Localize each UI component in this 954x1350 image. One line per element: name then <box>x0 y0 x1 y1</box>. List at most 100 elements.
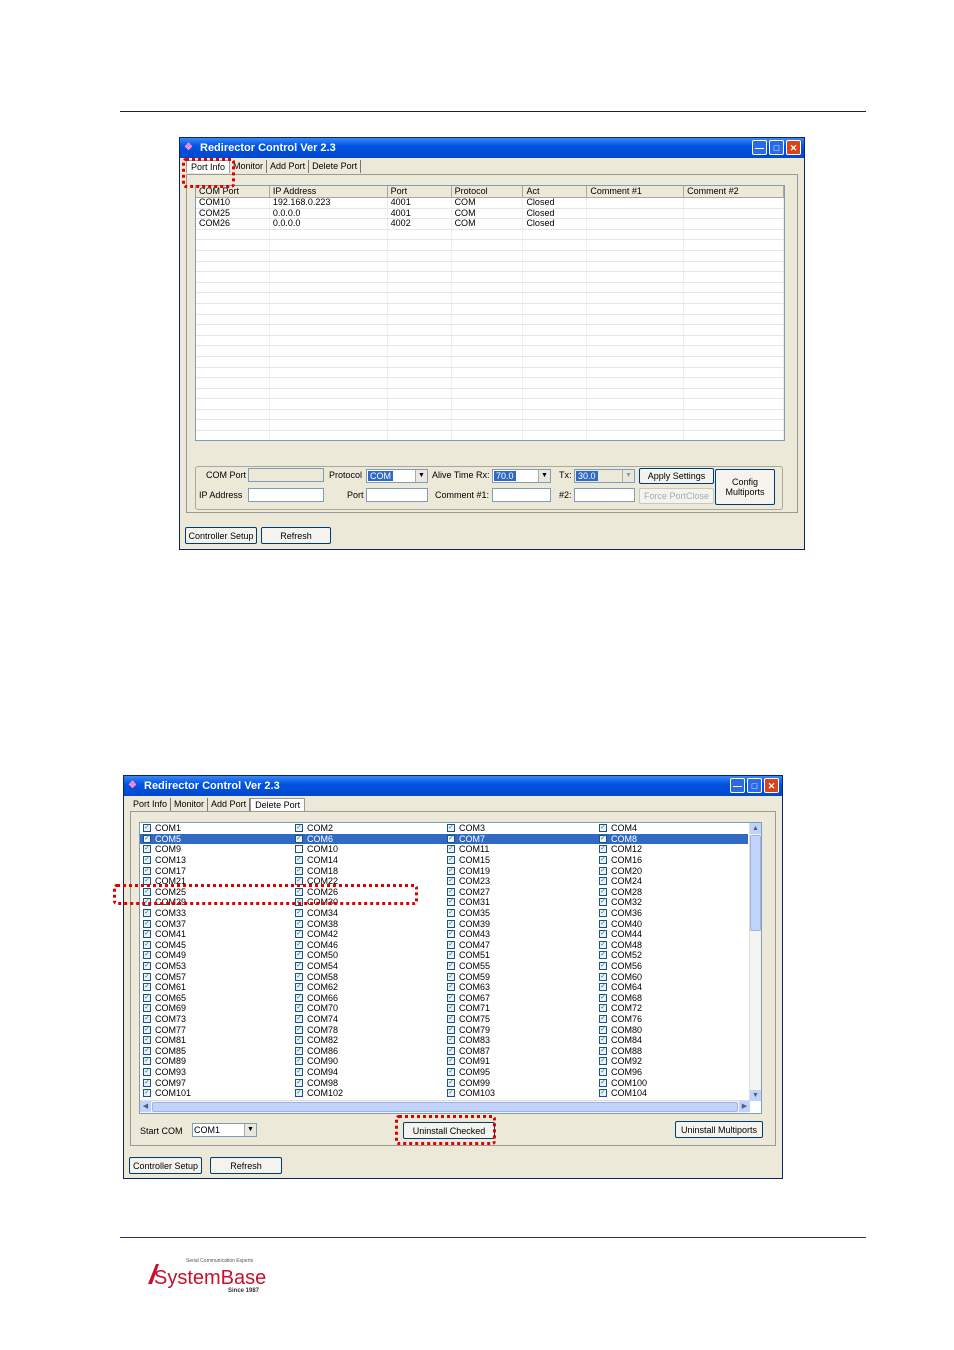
checkbox-checked-icon[interactable]: ✓ <box>447 1068 455 1077</box>
list-item[interactable]: ✓ COM10 <box>292 844 444 855</box>
checkbox-checked-icon[interactable]: ✓ <box>143 930 151 939</box>
list-item[interactable]: ✓ COM23 <box>444 876 596 887</box>
start-com-select[interactable]: COM1 ▼ <box>192 1123 257 1137</box>
list-item[interactable]: ✓ COM64 <box>596 982 748 993</box>
checkbox-checked-icon[interactable]: ✓ <box>295 834 303 843</box>
checkbox-checked-icon[interactable]: ✓ <box>143 1036 151 1045</box>
tab-add-port[interactable]: Add Port <box>208 798 251 811</box>
vertical-scrollbar[interactable]: ▲ ▼ <box>749 823 761 1101</box>
list-item[interactable]: ✓ COM2 <box>292 823 444 834</box>
tab-port-info[interactable]: Port Info <box>130 798 172 811</box>
checkbox-checked-icon[interactable]: ✓ <box>143 1046 151 1055</box>
list-item[interactable]: ✓ COM73 <box>140 1014 292 1025</box>
checkbox-checked-icon[interactable]: ✓ <box>599 972 607 981</box>
list-item[interactable]: ✓ COM36 <box>596 908 748 919</box>
checkbox-checked-icon[interactable]: ✓ <box>447 856 455 865</box>
list-item[interactable]: ✓ COM81 <box>140 1035 292 1046</box>
checkbox-checked-icon[interactable]: ✓ <box>143 1089 151 1098</box>
checkbox-checked-icon[interactable]: ✓ <box>599 834 607 843</box>
checkbox-checked-icon[interactable]: ✓ <box>143 962 151 971</box>
checkbox-checked-icon[interactable]: ✓ <box>599 962 607 971</box>
list-item[interactable]: ✓ COM15 <box>444 855 596 866</box>
close-icon[interactable]: ✕ <box>786 140 801 155</box>
maximize-icon[interactable]: □ <box>769 140 784 155</box>
list-item[interactable]: ✓ COM88 <box>596 1046 748 1057</box>
port-field[interactable] <box>366 488 428 502</box>
checkbox-checked-icon[interactable]: ✓ <box>447 983 455 992</box>
checkbox-checked-icon[interactable]: ✓ <box>447 993 455 1002</box>
checkbox-checked-icon[interactable]: ✓ <box>599 877 607 886</box>
table-row[interactable]: COM10 192.168.0.223 4001 COM Closed <box>196 198 784 209</box>
checkbox-checked-icon[interactable]: ✓ <box>295 866 303 875</box>
checkbox-checked-icon[interactable]: ✓ <box>143 972 151 981</box>
list-item[interactable]: ✓ COM93 <box>140 1067 292 1078</box>
checkbox-checked-icon[interactable]: ✓ <box>599 1078 607 1087</box>
tab-delete-port[interactable]: Delete Port <box>250 798 306 811</box>
list-item[interactable]: ✓ COM11 <box>444 844 596 855</box>
list-item[interactable]: ✓ COM89 <box>140 1056 292 1067</box>
refresh-button[interactable]: Refresh <box>261 527 331 544</box>
checkbox-checked-icon[interactable]: ✓ <box>599 1025 607 1034</box>
checkbox-checked-icon[interactable]: ✓ <box>295 1068 303 1077</box>
list-item[interactable]: ✓ COM98 <box>292 1077 444 1088</box>
list-item[interactable]: ✓ COM6 <box>292 834 444 845</box>
list-item[interactable]: ✓ COM20 <box>596 865 748 876</box>
scroll-up-icon[interactable]: ▲ <box>750 823 761 834</box>
list-item[interactable]: ✓ COM32 <box>596 897 748 908</box>
list-item[interactable]: ✓ COM100 <box>596 1077 748 1088</box>
checkbox-checked-icon[interactable]: ✓ <box>599 887 607 896</box>
chevron-down-icon[interactable]: ▼ <box>622 470 634 482</box>
list-item[interactable]: ✓ COM17 <box>140 865 292 876</box>
port-list[interactable]: COM Port IP Address Port Protocol Act Comment… <box>195 185 785 441</box>
list-item[interactable]: ✓ COM97 <box>140 1077 292 1088</box>
checkbox-checked-icon[interactable]: ✓ <box>599 909 607 918</box>
list-item[interactable]: ✓ COM41 <box>140 929 292 940</box>
checkbox-checked-icon[interactable]: ✓ <box>295 1089 303 1098</box>
checkbox-checked-icon[interactable]: ✓ <box>599 983 607 992</box>
list-item[interactable]: ✓ COM38 <box>292 918 444 929</box>
list-item[interactable]: ✓ COM99 <box>444 1077 596 1088</box>
checkbox-checked-icon[interactable]: ✓ <box>295 824 303 833</box>
chevron-down-icon[interactable]: ▼ <box>415 470 427 482</box>
list-item[interactable]: ✓ COM44 <box>596 929 748 940</box>
list-item[interactable]: ✓ COM103 <box>444 1088 596 1099</box>
checkbox-checked-icon[interactable]: ✓ <box>599 993 607 1002</box>
ip-address-field[interactable] <box>248 488 324 502</box>
list-item[interactable]: ✓ COM53 <box>140 961 292 972</box>
title-bar[interactable]: ❖ Redirector Control Ver 2.3 — □ ✕ <box>180 138 804 158</box>
list-item[interactable]: ✓ COM58 <box>292 971 444 982</box>
scroll-thumb[interactable] <box>750 835 761 931</box>
list-item[interactable]: ✓ COM87 <box>444 1046 596 1057</box>
checkbox-checked-icon[interactable]: ✓ <box>599 919 607 928</box>
list-item[interactable]: ✓ COM76 <box>596 1014 748 1025</box>
table-row[interactable]: COM25 0.0.0.0 4001 COM Closed <box>196 208 784 220</box>
list-item[interactable]: ✓ COM78 <box>292 1024 444 1035</box>
checkbox-checked-icon[interactable]: ✓ <box>599 898 607 907</box>
checkbox-checked-icon[interactable]: ✓ <box>143 856 151 865</box>
checkbox-checked-icon[interactable]: ✓ <box>447 1057 455 1066</box>
list-item[interactable]: ✓ COM61 <box>140 982 292 993</box>
checkbox-checked-icon[interactable]: ✓ <box>447 919 455 928</box>
list-item[interactable]: ✓ COM59 <box>444 971 596 982</box>
column-header[interactable]: Port <box>388 186 452 197</box>
checkbox-checked-icon[interactable]: ✓ <box>447 909 455 918</box>
title-bar[interactable]: ❖ Redirector Control Ver 2.3 — □ ✕ <box>124 776 782 796</box>
checkbox-checked-icon[interactable]: ✓ <box>295 951 303 960</box>
table-row[interactable]: COM26 0.0.0.0 4002 COM Closed <box>196 219 784 230</box>
list-item[interactable]: ✓ COM86 <box>292 1046 444 1057</box>
checkbox-checked-icon[interactable]: ✓ <box>599 951 607 960</box>
list-item[interactable]: ✓ COM85 <box>140 1046 292 1057</box>
scroll-left-icon[interactable]: ◀ <box>140 1101 151 1112</box>
checkbox-checked-icon[interactable]: ✓ <box>599 1057 607 1066</box>
list-item[interactable]: ✓ COM66 <box>292 993 444 1004</box>
checkbox-checked-icon[interactable]: ✓ <box>143 993 151 1002</box>
list-item[interactable]: ✓ COM70 <box>292 1003 444 1014</box>
checkbox-checked-icon[interactable]: ✓ <box>447 1078 455 1087</box>
list-item[interactable]: ✓ COM35 <box>444 908 596 919</box>
list-item[interactable]: ✓ COM49 <box>140 950 292 961</box>
list-item[interactable]: ✓ COM104 <box>596 1088 748 1099</box>
checkbox-checked-icon[interactable]: ✓ <box>447 866 455 875</box>
checkbox-checked-icon[interactable]: ✓ <box>447 1046 455 1055</box>
checkbox-checked-icon[interactable]: ✓ <box>447 1036 455 1045</box>
column-header[interactable]: Protocol <box>452 186 524 197</box>
